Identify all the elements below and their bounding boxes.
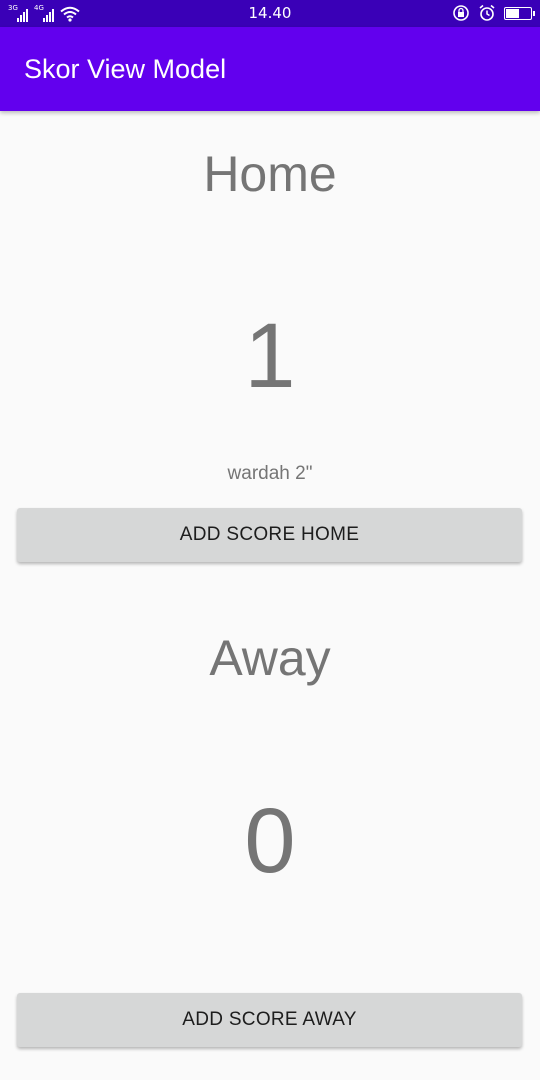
home-score: 1	[244, 305, 296, 407]
add-score-away-button[interactable]: ADD SCORE AWAY	[17, 993, 522, 1047]
app-title: Skor View Model	[24, 54, 227, 84]
add-score-home-button[interactable]: ADD SCORE HOME	[17, 508, 522, 562]
home-caption: wardah 2"	[227, 463, 313, 484]
battery-icon	[504, 6, 535, 20]
away-score: 0	[244, 790, 296, 892]
status-bar: 3G 4G 14.40	[0, 0, 540, 27]
app-bar: Skor View Model	[0, 27, 540, 111]
main-content: Home 1 wardah 2" ADD SCORE HOME Away 0 A…	[0, 111, 540, 1080]
away-label: Away	[209, 630, 331, 686]
status-right-group	[452, 4, 535, 22]
rotation-lock-icon	[453, 5, 469, 21]
alarm-icon	[479, 4, 495, 21]
battery-level	[506, 8, 520, 18]
home-label: Home	[203, 146, 337, 202]
